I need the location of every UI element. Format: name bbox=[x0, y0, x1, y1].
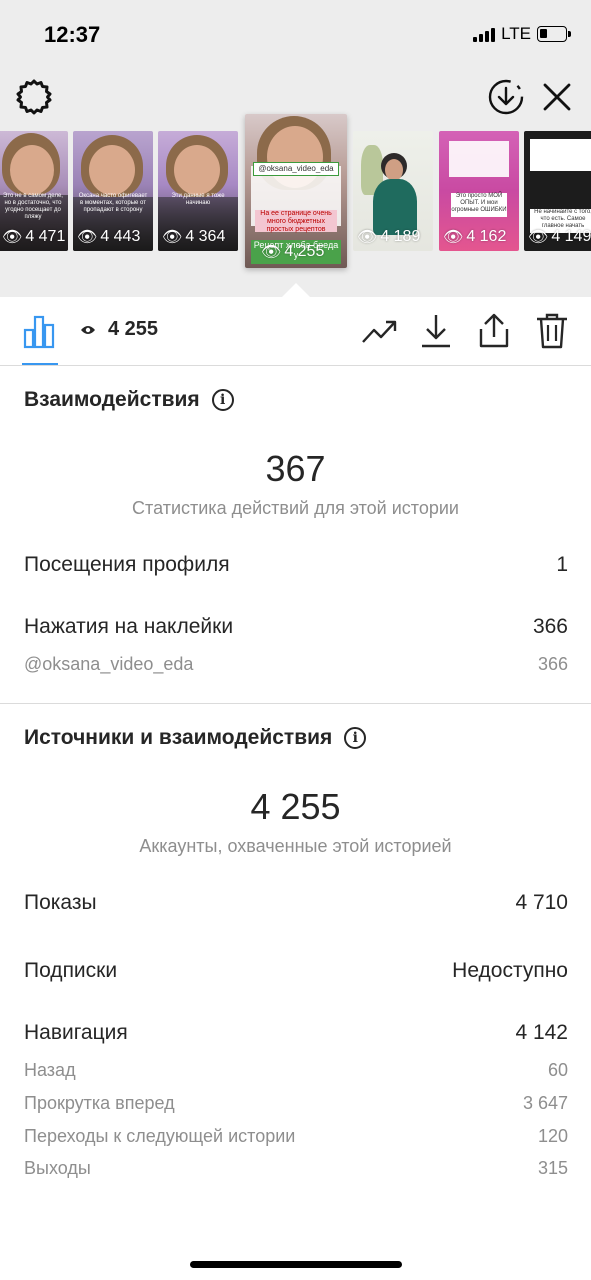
story-viewer-header: 12:37 LTE Это не в самом деле, но в дост… bbox=[0, 0, 591, 297]
views-count: 4 255 bbox=[108, 318, 159, 340]
eye-icon: 👁 bbox=[162, 229, 183, 246]
views-total: 4 255 bbox=[80, 318, 158, 341]
story-view-count: 👁 4 149 bbox=[528, 228, 591, 246]
row-label: @oksana_video_eda bbox=[24, 654, 194, 674]
navigation-back-row: Назад 60 bbox=[24, 1060, 568, 1081]
row-value: 3 647 bbox=[522, 1093, 568, 1113]
story-thumbnail[interactable]: Оксана часто офигевает в моментах, котор… bbox=[73, 131, 153, 251]
story-view-count: 👁 4 364 bbox=[162, 228, 226, 246]
row-label: Переходы к следующей истории bbox=[24, 1126, 296, 1146]
sticker-taps-row: Нажатия на наклейки 366 bbox=[24, 615, 568, 639]
story-mention-sticker: @oksana_video_eda bbox=[253, 162, 339, 176]
row-label: Назад bbox=[24, 1060, 76, 1080]
selected-story-pointer bbox=[282, 283, 310, 297]
battery-icon bbox=[537, 26, 571, 42]
eye-icon: 👁 bbox=[2, 229, 23, 246]
story-view-count: 👁 4 471 bbox=[2, 228, 66, 246]
eye-icon: 👁 bbox=[443, 229, 464, 246]
follows-row: Подписки Недоступно bbox=[24, 959, 568, 983]
story-caption: Это не в самом деле, но в достаточно, чт… bbox=[3, 193, 63, 221]
reach-total: 4 255 bbox=[250, 786, 341, 827]
story-thumbnail[interactable]: Это не в самом деле, но в достаточно, чт… bbox=[0, 131, 68, 251]
active-tab-indicator bbox=[22, 363, 58, 365]
status-indicators: LTE bbox=[473, 24, 571, 44]
info-icon[interactable]: i bbox=[211, 389, 234, 411]
profile-visits-row: Посещения профиля 1 bbox=[24, 553, 568, 577]
row-value: 4 710 bbox=[515, 891, 568, 914]
story-thumbnail-selected[interactable]: @oksana_video_eda На ее странице очень м… bbox=[245, 114, 347, 268]
eye-icon: 👁 bbox=[528, 229, 549, 246]
close-icon[interactable] bbox=[539, 79, 575, 115]
insights-toolbar: 4 255 bbox=[0, 297, 591, 366]
row-label: Посещения профиля bbox=[24, 553, 230, 576]
interactions-caption: Статистика действий для этой истории bbox=[132, 498, 459, 518]
story-thumbnail[interactable]: Эти данные я тоже начинаю 👁 4 364 bbox=[158, 131, 238, 251]
status-time: 12:37 bbox=[44, 22, 101, 47]
row-label: Показы bbox=[24, 891, 97, 914]
story-thumbnail[interactable]: Не начинайте с того, что есть. Самое гла… bbox=[524, 131, 591, 251]
eye-icon: 👁 bbox=[357, 229, 378, 246]
section-title: Источники и взаимодействия bbox=[24, 726, 333, 749]
story-thumbnails: Это не в самом деле, но в достаточно, чт… bbox=[0, 114, 591, 270]
download-circle-icon[interactable] bbox=[486, 77, 526, 117]
row-label: Прокрутка вперед bbox=[24, 1093, 175, 1113]
story-thumbnail[interactable]: 👁 4 189 bbox=[353, 131, 433, 251]
row-label: Подписки bbox=[24, 959, 118, 982]
row-value: 366 bbox=[537, 654, 568, 674]
eye-icon: 👁 bbox=[261, 244, 282, 261]
row-value: 315 bbox=[537, 1158, 568, 1178]
navigation-forward-row: Прокрутка вперед 3 647 bbox=[24, 1093, 568, 1114]
discovery-header: Источники и взаимодействия i bbox=[24, 726, 367, 750]
share-icon[interactable] bbox=[474, 311, 514, 351]
story-view-count: 👁 4 255 bbox=[261, 243, 325, 261]
navigation-exits-row: Выходы 315 bbox=[24, 1158, 568, 1179]
row-label: Навигация bbox=[24, 1021, 128, 1044]
home-indicator[interactable] bbox=[190, 1261, 402, 1268]
story-thumbnail[interactable]: Это просто МОЙ ОПЫТ. И мои огромные ОШИБ… bbox=[439, 131, 519, 251]
reach-caption: Аккаунты, охваченные этой историей bbox=[139, 836, 452, 856]
navigation-row: Навигация 4 142 bbox=[24, 1021, 568, 1045]
bar-chart-icon[interactable] bbox=[22, 313, 58, 349]
eye-icon: 👁 bbox=[77, 229, 98, 246]
story-view-count: 👁 4 443 bbox=[77, 228, 141, 246]
row-value: Недоступно bbox=[452, 959, 568, 982]
network-type: LTE bbox=[501, 24, 531, 43]
story-caption: Эти данные я тоже начинаю bbox=[171, 193, 225, 207]
info-icon[interactable]: i bbox=[344, 727, 367, 749]
trending-icon[interactable] bbox=[360, 311, 400, 351]
eye-icon bbox=[81, 325, 95, 334]
trash-icon[interactable] bbox=[532, 311, 572, 351]
interactions-total: 367 bbox=[265, 448, 326, 489]
story-caption: Это просто МОЙ ОПЫТ. И мои огромные ОШИБ… bbox=[451, 193, 507, 217]
interactions-header: Взаимодействия i bbox=[24, 388, 234, 412]
gear-icon[interactable] bbox=[14, 77, 54, 117]
download-icon[interactable] bbox=[416, 311, 456, 351]
story-view-count: 👁 4 162 bbox=[443, 228, 507, 246]
row-label: Нажатия на наклейки bbox=[24, 615, 234, 638]
story-caption: Оксана часто офигевает в моментах, котор… bbox=[78, 193, 148, 214]
section-divider bbox=[0, 703, 591, 704]
story-view-count: 👁 4 189 bbox=[357, 228, 421, 246]
row-value: 4 142 bbox=[515, 1021, 568, 1044]
sticker-mention-row[interactable]: @oksana_video_eda 366 bbox=[24, 654, 568, 675]
row-value: 120 bbox=[537, 1126, 568, 1146]
impressions-row: Показы 4 710 bbox=[24, 891, 568, 915]
row-value: 60 bbox=[547, 1060, 568, 1080]
section-title: Взаимодействия bbox=[24, 388, 200, 411]
row-value: 366 bbox=[532, 615, 568, 638]
signal-icon bbox=[473, 26, 496, 42]
story-caption: На ее странице очень много бюджетных про… bbox=[255, 210, 337, 233]
navigation-next-story-row: Переходы к следующей истории 120 bbox=[24, 1126, 568, 1147]
row-label: Выходы bbox=[24, 1158, 91, 1178]
row-value: 1 bbox=[556, 553, 568, 576]
